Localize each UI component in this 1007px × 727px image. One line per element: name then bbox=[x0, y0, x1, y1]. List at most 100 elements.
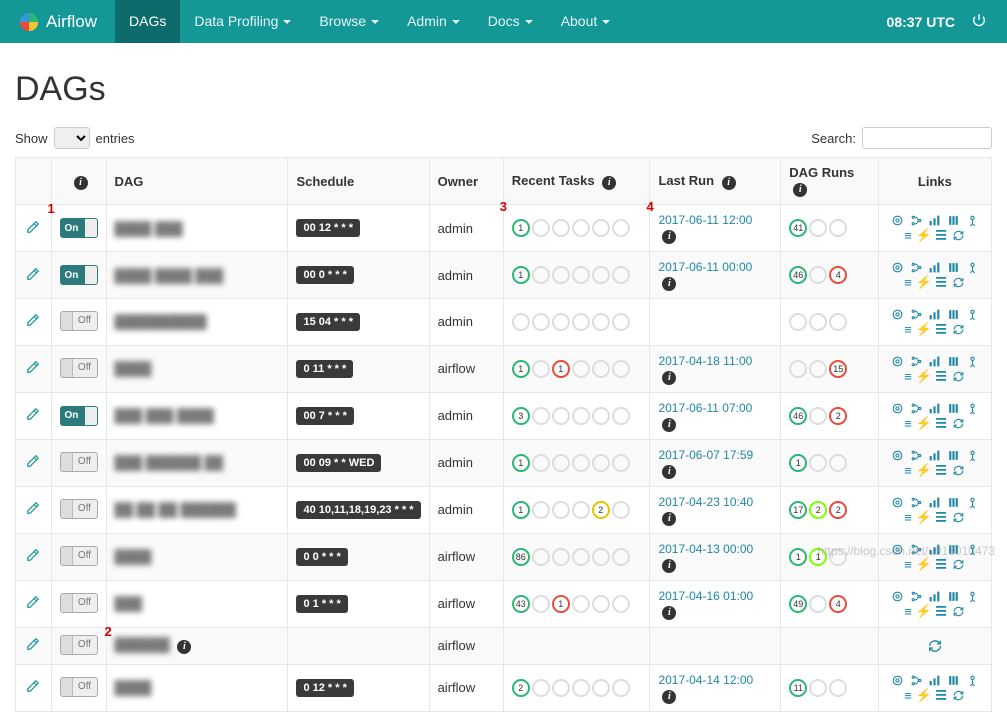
dag-link[interactable]: ██████████ bbox=[115, 314, 207, 329]
col-runs[interactable]: DAG Runs i bbox=[781, 158, 879, 205]
trigger-icon[interactable]: ⚡ bbox=[915, 509, 931, 524]
brand-wrap[interactable]: Airflow bbox=[10, 11, 105, 33]
status-circle[interactable] bbox=[612, 679, 630, 697]
dag-toggle[interactable]: Off bbox=[60, 677, 98, 697]
power-icon[interactable] bbox=[971, 12, 987, 31]
col-dag[interactable]: DAG bbox=[106, 158, 288, 205]
duration-icon[interactable] bbox=[947, 402, 960, 415]
edit-icon[interactable] bbox=[26, 269, 40, 284]
dag-toggle[interactable]: Off bbox=[60, 593, 98, 613]
status-circle[interactable] bbox=[809, 219, 827, 237]
status-circle[interactable] bbox=[612, 501, 630, 519]
duration-icon[interactable] bbox=[947, 308, 960, 321]
status-circle[interactable] bbox=[829, 454, 847, 472]
refresh-icon[interactable] bbox=[952, 229, 965, 242]
status-circle[interactable]: 4 bbox=[829, 266, 847, 284]
edit-icon[interactable] bbox=[26, 362, 40, 377]
status-circle[interactable]: 2 bbox=[829, 501, 847, 519]
dag-toggle[interactable]: Off bbox=[60, 358, 98, 378]
status-circle[interactable] bbox=[532, 454, 550, 472]
target-icon[interactable] bbox=[891, 355, 904, 368]
target-icon[interactable] bbox=[891, 214, 904, 227]
list-icon[interactable]: ☰ bbox=[935, 368, 947, 383]
status-circle[interactable] bbox=[612, 407, 630, 425]
status-circle[interactable] bbox=[552, 454, 570, 472]
schedule-badge[interactable]: 00 0 * * * bbox=[296, 266, 353, 284]
landing-icon[interactable] bbox=[966, 449, 979, 462]
status-circle[interactable]: 1 bbox=[809, 548, 827, 566]
duration-icon[interactable] bbox=[947, 590, 960, 603]
status-circle[interactable] bbox=[532, 360, 550, 378]
landing-icon[interactable] bbox=[966, 496, 979, 509]
status-circle[interactable] bbox=[592, 548, 610, 566]
list-icon[interactable]: ☰ bbox=[935, 415, 947, 430]
status-circle[interactable] bbox=[552, 407, 570, 425]
status-circle[interactable] bbox=[592, 219, 610, 237]
status-circle[interactable] bbox=[552, 313, 570, 331]
status-circle[interactable] bbox=[532, 313, 550, 331]
status-circle[interactable]: 1 bbox=[512, 219, 530, 237]
tree-icon[interactable] bbox=[910, 674, 923, 687]
col-schedule[interactable]: Schedule bbox=[288, 158, 429, 205]
gantt-icon[interactable]: ≡ bbox=[904, 463, 912, 478]
edit-icon[interactable] bbox=[26, 681, 40, 696]
schedule-badge[interactable]: 15 04 * * * bbox=[296, 313, 360, 331]
status-circle[interactable] bbox=[572, 219, 590, 237]
status-circle[interactable]: 86 bbox=[512, 548, 530, 566]
dag-toggle[interactable]: Off bbox=[60, 546, 98, 566]
tree-icon[interactable] bbox=[910, 308, 923, 321]
dag-toggle[interactable]: Off bbox=[60, 635, 98, 655]
duration-icon[interactable] bbox=[947, 214, 960, 227]
gantt-icon[interactable]: ≡ bbox=[904, 275, 912, 290]
schedule-badge[interactable]: 0 0 * * * bbox=[296, 548, 347, 566]
status-circle[interactable] bbox=[572, 360, 590, 378]
status-circle[interactable] bbox=[532, 407, 550, 425]
gantt-icon[interactable]: ≡ bbox=[904, 688, 912, 703]
status-circle[interactable] bbox=[612, 360, 630, 378]
landing-icon[interactable] bbox=[966, 590, 979, 603]
dag-toggle[interactable]: Off bbox=[60, 452, 98, 472]
target-icon[interactable] bbox=[891, 496, 904, 509]
status-circle[interactable] bbox=[572, 679, 590, 697]
status-circle[interactable]: 41 bbox=[789, 219, 807, 237]
status-circle[interactable] bbox=[592, 454, 610, 472]
status-circle[interactable] bbox=[512, 313, 530, 331]
status-circle[interactable]: 1 bbox=[512, 454, 530, 472]
edit-icon[interactable] bbox=[26, 456, 40, 471]
status-circle[interactable] bbox=[612, 219, 630, 237]
status-circle[interactable]: 49 bbox=[789, 595, 807, 613]
status-circle[interactable]: 46 bbox=[789, 407, 807, 425]
trigger-icon[interactable]: ⚡ bbox=[915, 368, 931, 383]
status-circle[interactable] bbox=[532, 595, 550, 613]
edit-icon[interactable] bbox=[26, 409, 40, 424]
nav-docs[interactable]: Docs bbox=[474, 0, 547, 43]
landing-icon[interactable] bbox=[966, 308, 979, 321]
status-circle[interactable] bbox=[809, 407, 827, 425]
edit-icon[interactable] bbox=[26, 503, 40, 518]
lastrun-link[interactable]: 2017-04-14 12:00 bbox=[658, 673, 753, 687]
gantt-icon[interactable]: ≡ bbox=[904, 557, 912, 572]
status-circle[interactable]: 2 bbox=[809, 501, 827, 519]
dag-link[interactable]: ████ bbox=[115, 361, 152, 376]
status-circle[interactable] bbox=[592, 313, 610, 331]
tree-icon[interactable] bbox=[910, 449, 923, 462]
dag-toggle[interactable]: Off bbox=[60, 311, 98, 331]
status-circle[interactable] bbox=[592, 360, 610, 378]
tree-icon[interactable] bbox=[910, 214, 923, 227]
lastrun-link[interactable]: 2017-04-16 01:00 bbox=[658, 589, 753, 603]
refresh-icon[interactable] bbox=[952, 323, 965, 336]
tree-icon[interactable] bbox=[910, 543, 923, 556]
trigger-icon[interactable]: ⚡ bbox=[915, 275, 931, 290]
schedule-badge[interactable]: 00 09 * * WED bbox=[296, 454, 381, 472]
duration-icon[interactable] bbox=[947, 449, 960, 462]
status-circle[interactable] bbox=[572, 595, 590, 613]
dag-toggle[interactable]: On bbox=[60, 265, 98, 285]
status-circle[interactable] bbox=[809, 679, 827, 697]
col-lastrun[interactable]: Last Run i bbox=[650, 158, 781, 205]
dag-link[interactable]: ███ bbox=[115, 596, 143, 611]
refresh-icon[interactable] bbox=[952, 689, 965, 702]
status-circle[interactable] bbox=[829, 548, 847, 566]
schedule-badge[interactable]: 0 11 * * * bbox=[296, 360, 353, 378]
status-circle[interactable] bbox=[612, 595, 630, 613]
graph-icon[interactable] bbox=[928, 449, 941, 462]
